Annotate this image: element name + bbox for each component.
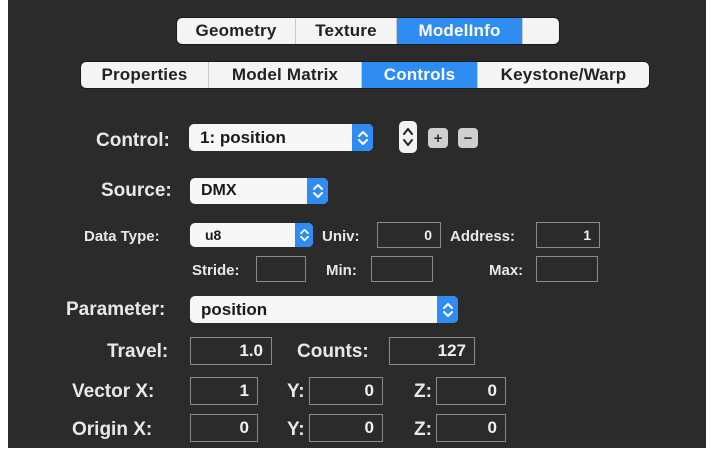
data-type-label: Data Type: <box>84 228 160 245</box>
origin-z-label: Z: <box>414 419 432 440</box>
chevron-updown-icon <box>437 296 458 323</box>
travel-field[interactable]: 1.0 <box>190 337 272 365</box>
sub-tab-bar: Properties Model Matrix Controls Keyston… <box>81 62 649 88</box>
origin-y-label: Y: <box>287 419 305 440</box>
origin-x-field[interactable]: 0 <box>190 414 258 442</box>
vector-y-label: Y: <box>287 381 305 402</box>
stepper-arrows-icon <box>403 128 413 146</box>
tab-texture[interactable]: Texture <box>296 18 397 44</box>
vector-x-field[interactable]: 1 <box>190 377 258 405</box>
tab-geometry[interactable]: Geometry <box>177 18 296 44</box>
tab-modelinfo[interactable]: ModelInfo <box>397 18 523 44</box>
tab-empty-slot <box>523 18 559 44</box>
chevron-updown-icon <box>352 124 373 151</box>
origin-x-label: Origin X: <box>72 419 153 440</box>
inspector-panel: Geometry Texture ModelInfo Properties Mo… <box>8 0 706 448</box>
source-select-value: DMX <box>201 182 237 199</box>
vector-z-field[interactable]: 0 <box>436 377 506 405</box>
control-stepper[interactable] <box>399 121 417 153</box>
chevron-updown-icon <box>295 223 313 247</box>
tab-properties[interactable]: Properties <box>81 62 209 88</box>
stride-label: Stride: <box>192 262 240 279</box>
add-control-button[interactable]: + <box>428 128 448 148</box>
min-label: Min: <box>326 262 357 279</box>
remove-control-button[interactable]: − <box>458 128 478 148</box>
parameter-select[interactable]: position <box>190 296 458 323</box>
data-type-value: u8 <box>205 227 222 243</box>
parameter-select-value: position <box>201 299 268 319</box>
control-label: Control: <box>96 130 170 151</box>
tab-keystone-warp[interactable]: Keystone/Warp <box>478 62 649 88</box>
travel-label: Travel: <box>107 341 169 362</box>
parameter-label: Parameter: <box>66 299 166 320</box>
vector-z-label: Z: <box>414 381 432 402</box>
address-field[interactable]: 1 <box>536 222 600 248</box>
control-select[interactable]: 1: position <box>189 124 373 151</box>
counts-label: Counts: <box>297 341 369 362</box>
tab-model-matrix[interactable]: Model Matrix <box>209 62 362 88</box>
origin-y-field[interactable]: 0 <box>309 414 383 442</box>
vector-y-field[interactable]: 0 <box>309 377 383 405</box>
source-select[interactable]: DMX <box>190 178 328 204</box>
stride-field[interactable] <box>256 256 306 282</box>
top-tab-bar: Geometry Texture ModelInfo <box>177 18 559 44</box>
min-field[interactable] <box>371 256 433 282</box>
vector-x-label: Vector X: <box>72 381 155 402</box>
data-type-select[interactable]: u8 <box>190 223 313 247</box>
univ-label: Univ: <box>322 228 360 245</box>
chevron-updown-icon <box>307 178 328 204</box>
address-label: Address: <box>450 228 516 245</box>
tab-controls[interactable]: Controls <box>362 62 478 88</box>
max-label: Max: <box>489 262 524 279</box>
source-label: Source: <box>101 180 172 201</box>
univ-field[interactable]: 0 <box>377 222 441 248</box>
counts-field[interactable]: 127 <box>389 337 475 365</box>
max-field[interactable] <box>536 256 598 282</box>
origin-z-field[interactable]: 0 <box>436 414 506 442</box>
control-select-value: 1: position <box>200 127 286 147</box>
